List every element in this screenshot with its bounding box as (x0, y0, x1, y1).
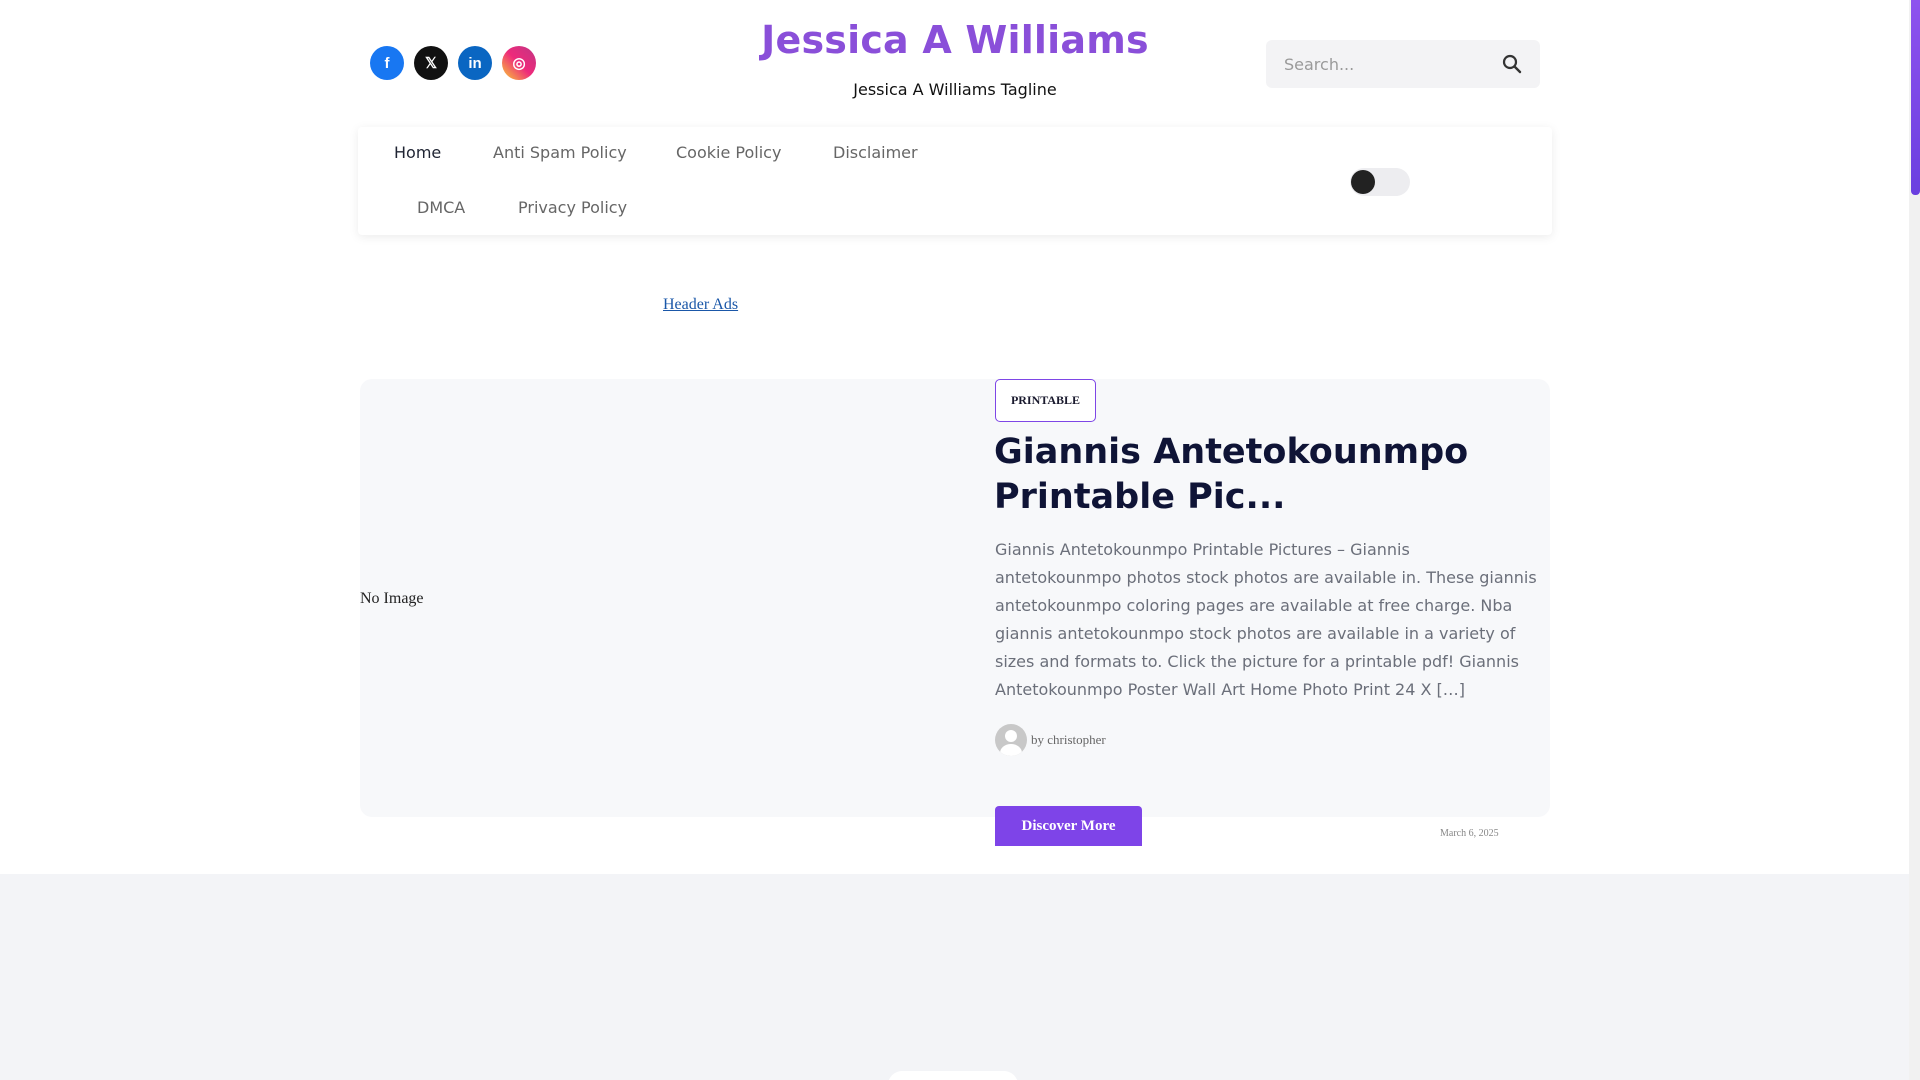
post-title[interactable]: Giannis Antetokounmpo Printable Pic... (994, 430, 1534, 520)
post-author: by christopher (995, 724, 1106, 756)
toggle-knob-icon (1351, 170, 1375, 194)
discover-more-button[interactable]: Discover More (995, 806, 1142, 846)
scrollbar-thumb[interactable] (1911, 0, 1920, 195)
post-date: March 6, 2025 (1440, 828, 1499, 839)
main-navigation: Home Anti Spam Policy Cookie Policy Disc… (358, 127, 1552, 235)
site-branding: Jessica A Williams Jessica A Williams Ta… (0, 18, 1910, 99)
scrollbar[interactable] (1909, 0, 1920, 1080)
header-ads-image[interactable]: Header Ads (663, 296, 738, 314)
nav-item-cookie-policy[interactable]: Cookie Policy (676, 143, 781, 162)
nav-item-dmca[interactable]: DMCA (417, 198, 465, 217)
site-tagline: Jessica A Williams Tagline (853, 80, 1057, 99)
post-image[interactable]: No Image (360, 590, 424, 608)
post-excerpt: Giannis Antetokounmpo Printable Pictures… (995, 540, 1537, 699)
lower-section (0, 874, 1909, 1080)
nav-item-privacy-policy[interactable]: Privacy Policy (518, 198, 627, 217)
category-badge[interactable]: PRINTABLE (995, 379, 1096, 422)
nav-item-anti-spam-policy[interactable]: Anti Spam Policy (493, 143, 627, 162)
nav-item-home[interactable]: Home (394, 143, 441, 162)
nav-item-disclaimer[interactable]: Disclaimer (833, 143, 918, 162)
search-input[interactable] (1284, 54, 1502, 74)
author-name[interactable]: by christopher (1031, 732, 1106, 748)
avatar (995, 724, 1027, 756)
search-box (1266, 40, 1540, 88)
search-icon[interactable] (1502, 54, 1522, 74)
site-title[interactable]: Jessica A Williams (0, 18, 1910, 62)
section-tab[interactable] (888, 1071, 1018, 1080)
dark-mode-toggle[interactable] (1350, 168, 1410, 196)
